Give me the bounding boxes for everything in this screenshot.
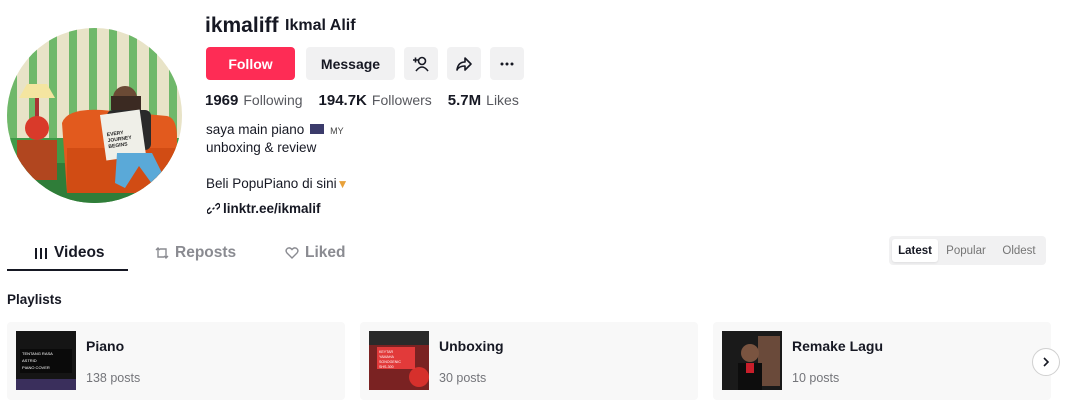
profile-bio: saya main piano MY unboxing & review Bel… — [206, 121, 348, 193]
likes-label: Likes — [486, 92, 519, 108]
playlist-thumbnail-image: TENTANG RASA ASTRID PIANO COVER — [16, 331, 76, 390]
tab-videos[interactable]: Videos — [35, 244, 105, 262]
svg-text:SONOGENIC: SONOGENIC — [379, 360, 401, 364]
playlist-post-count: 10 posts — [792, 371, 840, 385]
share-button[interactable] — [447, 47, 481, 80]
playlist-card-unboxing[interactable]: KEYTAR YAMAHA SONOGENIC SHS-300 Unboxing… — [360, 322, 698, 400]
tab-videos-label: Videos — [54, 244, 105, 261]
playlist-card-remake-lagu[interactable]: Remake Lagu 10 posts — [713, 322, 1051, 400]
stat-likes: 5.7M Likes — [448, 92, 519, 109]
followers-count: 194.7K — [318, 92, 367, 109]
grid-icon — [35, 247, 47, 259]
nickname: Ikmal Alif — [285, 17, 356, 34]
tab-reposts[interactable]: Reposts — [155, 244, 236, 262]
flag-my: MY — [330, 126, 344, 136]
playlist-thumbnail-image — [722, 331, 782, 390]
following-label: Following — [243, 92, 303, 108]
chevron-right-icon — [1043, 357, 1050, 367]
point-down-emoji-icon: ▼ — [336, 177, 349, 191]
svg-text:TENTANG RASA: TENTANG RASA — [22, 351, 53, 356]
link-icon — [207, 202, 220, 215]
sort-popular[interactable]: Popular — [940, 239, 992, 262]
playlist-thumbnail: KEYTAR YAMAHA SONOGENIC SHS-300 — [369, 331, 429, 390]
playlist-thumbnail — [722, 331, 782, 390]
likes-count: 5.7M — [447, 92, 482, 109]
sort-latest[interactable]: Latest — [892, 239, 938, 262]
more-dots-icon — [500, 62, 514, 65]
username: ikmaliff — [205, 14, 279, 37]
bio-link-text: linktr.ee/ikmalif — [223, 201, 321, 216]
sort-selector: Latest Popular Oldest — [889, 236, 1046, 265]
heart-outline-icon — [285, 247, 299, 259]
tab-liked[interactable]: Liked — [285, 244, 345, 262]
bio-line-2: unboxing & review — [206, 140, 317, 155]
bio-line-1: saya main piano — [206, 122, 305, 137]
stat-followers[interactable]: 194.7K Followers — [319, 92, 432, 109]
following-count: 1969 — [205, 92, 239, 109]
message-button[interactable]: Message — [306, 47, 395, 80]
playlist-title: Remake Lagu — [792, 338, 884, 354]
more-button[interactable] — [490, 47, 524, 80]
playlists-heading: Playlists — [7, 292, 62, 307]
tab-liked-label: Liked — [305, 244, 346, 261]
piano-emoji-icon — [310, 124, 325, 135]
playlist-thumbnail: TENTANG RASA ASTRID PIANO COVER — [16, 331, 76, 390]
svg-text:KEYTAR: KEYTAR — [379, 350, 394, 354]
share-arrow-icon — [456, 56, 472, 71]
playlist-thumbnail-image: KEYTAR YAMAHA SONOGENIC SHS-300 — [369, 331, 429, 390]
follow-button[interactable]: Follow — [206, 47, 295, 80]
avatar-image: EVERY JOURNEY BEGINS — [7, 28, 182, 203]
playlist-post-count: 30 posts — [439, 371, 487, 385]
active-tab-indicator — [7, 269, 128, 271]
sort-oldest[interactable]: Oldest — [995, 239, 1043, 262]
profile-avatar[interactable]: EVERY JOURNEY BEGINS — [7, 28, 182, 203]
playlist-post-count: 138 posts — [86, 371, 141, 385]
stat-following[interactable]: 1969 Following — [205, 92, 303, 109]
playlist-title: Unboxing — [439, 338, 504, 354]
bio-line-3: Beli PopuPiano di sini — [206, 176, 337, 191]
svg-text:ASTRID: ASTRID — [22, 358, 37, 363]
playlist-card-piano[interactable]: TENTANG RASA ASTRID PIANO COVER Piano 13… — [7, 322, 345, 400]
profile-stats: 1969 Following 194.7K Followers 5.7M Lik… — [205, 92, 535, 109]
svg-text:SHS-300: SHS-300 — [379, 365, 394, 369]
playlist-title: Piano — [86, 338, 125, 354]
add-friend-button[interactable] — [404, 47, 438, 80]
repost-icon — [155, 247, 169, 259]
followers-label: Followers — [371, 92, 432, 108]
bio-link[interactable]: linktr.ee/ikmalif — [207, 201, 321, 216]
svg-text:PIANO COVER: PIANO COVER — [22, 365, 50, 370]
playlists-next-button[interactable] — [1032, 348, 1060, 376]
person-plus-icon — [413, 56, 429, 72]
svg-text:YAMAHA: YAMAHA — [379, 355, 395, 359]
tab-reposts-label: Reposts — [175, 244, 237, 261]
